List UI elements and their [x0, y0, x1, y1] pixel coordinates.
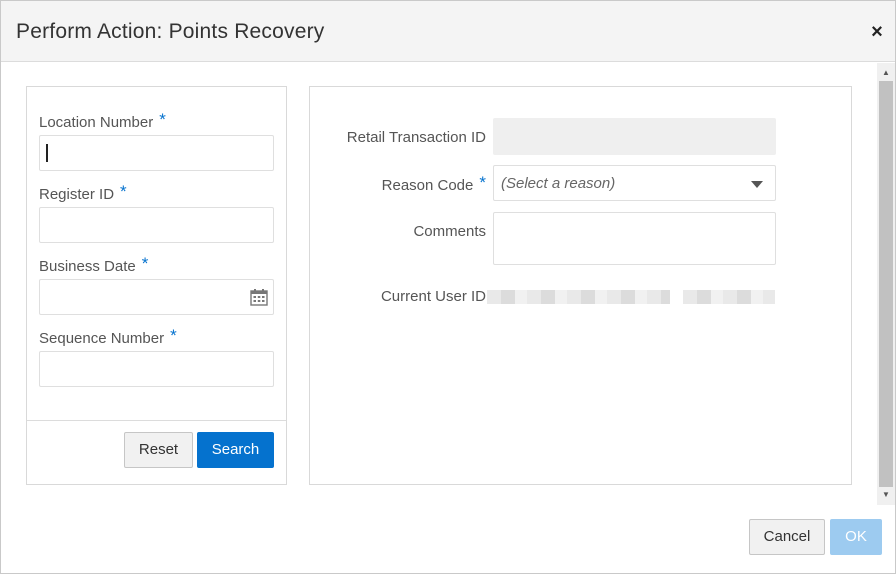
retail-transaction-id-field: [493, 118, 776, 155]
points-recovery-dialog: Perform Action: Points Recovery × ▲ ▼ Lo…: [0, 0, 896, 574]
close-icon[interactable]: ×: [867, 21, 887, 43]
text-cursor: [46, 144, 48, 162]
comments-label: Comments: [413, 223, 486, 240]
reset-button[interactable]: Reset: [124, 432, 193, 468]
comments-textarea[interactable]: [493, 212, 776, 265]
current-user-id-redacted: [487, 290, 670, 304]
search-panel: Location Number * Register ID * Business D…: [26, 86, 287, 485]
location-number-input[interactable]: [39, 135, 274, 171]
dialog-title: Perform Action: Points Recovery: [16, 20, 325, 43]
required-marker: *: [141, 254, 149, 273]
retail-transaction-id-label: Retail Transaction ID: [346, 129, 486, 146]
required-marker: *: [120, 182, 127, 201]
vertical-scrollbar[interactable]: ▲ ▼: [877, 63, 895, 505]
reason-code-label: Reason Code *: [381, 173, 486, 194]
search-button[interactable]: Search: [197, 432, 274, 468]
chevron-down-icon[interactable]: [751, 181, 763, 188]
business-date-label: Business Date *: [39, 254, 149, 275]
reason-code-placeholder: (Select a reason): [501, 175, 616, 192]
location-number-label: Location Number *: [39, 110, 166, 131]
panel-divider: [27, 420, 286, 421]
required-marker: *: [170, 326, 177, 345]
reason-code-select[interactable]: (Select a reason): [493, 165, 776, 201]
required-marker: *: [479, 173, 486, 192]
sequence-number-label: Sequence Number *: [39, 326, 177, 347]
ok-button[interactable]: OK: [830, 519, 882, 555]
current-user-id-label: Current User ID: [380, 288, 486, 305]
dialog-titlebar: Perform Action: Points Recovery ×: [1, 1, 895, 62]
current-user-id-redacted: [683, 290, 775, 304]
sequence-number-input[interactable]: [39, 351, 274, 387]
scroll-down-arrow-icon[interactable]: ▼: [877, 487, 895, 503]
register-id-label: Register ID *: [39, 182, 127, 203]
business-date-input[interactable]: [39, 279, 274, 315]
cancel-button[interactable]: Cancel: [749, 519, 825, 555]
register-id-input[interactable]: [39, 207, 274, 243]
details-panel: Retail Transaction ID Reason Code * (Sele…: [309, 86, 852, 485]
scroll-up-arrow-icon[interactable]: ▲: [877, 65, 895, 81]
calendar-icon[interactable]: [250, 288, 268, 306]
scrollbar-thumb[interactable]: [879, 81, 893, 487]
required-marker: *: [159, 110, 166, 129]
